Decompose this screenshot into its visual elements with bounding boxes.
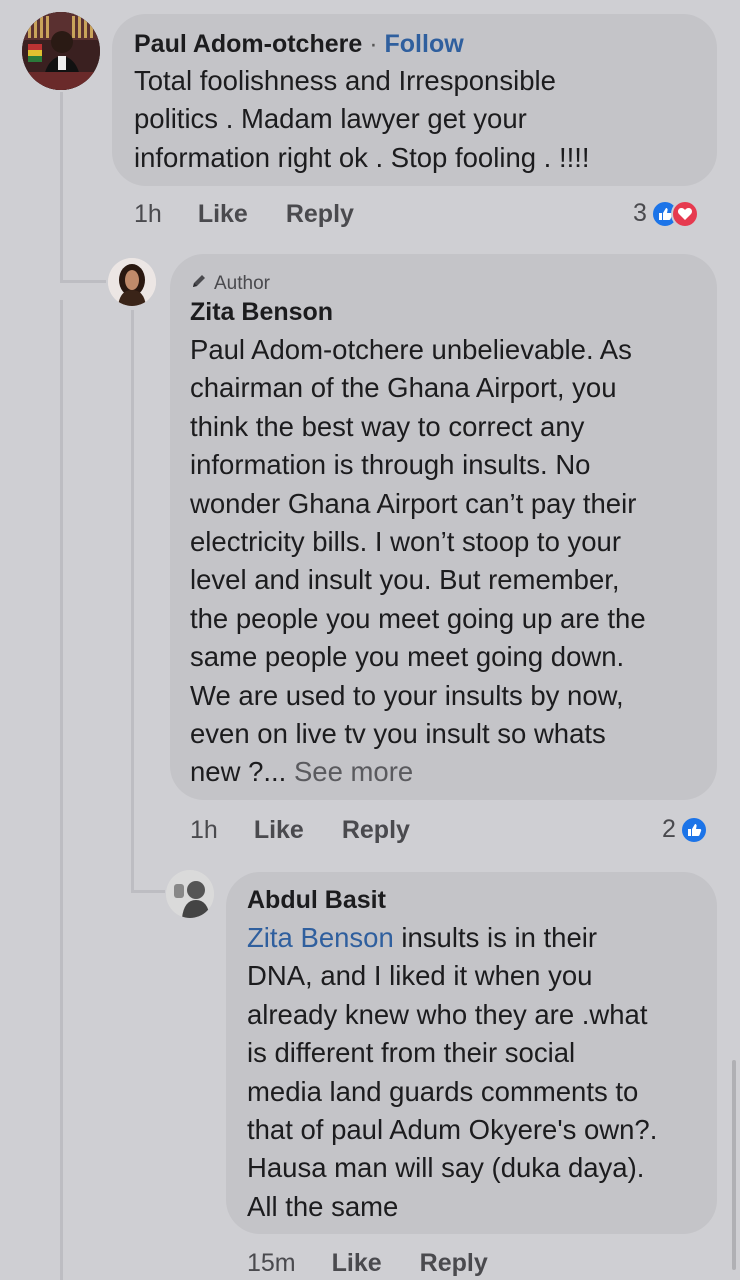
comment-author-name[interactable]: Paul Adom-otchere [134, 30, 362, 58]
pencil-icon [190, 272, 208, 296]
separator-dot: · [369, 30, 378, 58]
like-thumb-icon [679, 815, 708, 844]
avatar-abdul[interactable] [166, 870, 214, 918]
comment-text-body: insults is in their DNA, and I liked it … [247, 922, 658, 1222]
like-button[interactable]: Like [332, 1249, 382, 1278]
comment-actions: 1h Like Reply [190, 816, 410, 845]
comment-actions: 1h Like Reply [134, 200, 354, 229]
comment-author-row: Paul Adom-otchere · Follow [134, 30, 464, 59]
thread-line-main-lower [60, 300, 63, 1280]
thread-connector-abdul [131, 890, 165, 893]
thread-connector-zita [60, 280, 106, 283]
author-badge: Author [190, 272, 270, 296]
comment-timestamp[interactable]: 15m [247, 1249, 296, 1278]
avatar-zita[interactable] [108, 258, 156, 306]
author-badge-label: Author [214, 273, 270, 294]
comment-thread: Paul Adom-otchere · Follow Total foolish… [0, 0, 740, 1280]
follow-button[interactable]: Follow [385, 30, 464, 58]
reply-button[interactable]: Reply [342, 816, 410, 845]
love-heart-icon [670, 199, 699, 228]
comment-text: Total foolishness and Irresponsible poli… [134, 65, 590, 173]
reaction-summary[interactable]: 2 [662, 815, 708, 844]
comment-timestamp[interactable]: 1h [134, 200, 162, 229]
comment-author-name[interactable]: Zita Benson [190, 298, 333, 327]
thread-line-zita [131, 310, 134, 890]
thread-line-main [60, 92, 63, 280]
comment-text: Zita Benson insults is in their DNA, and… [247, 919, 712, 1226]
reply-button[interactable]: Reply [420, 1249, 488, 1278]
comment-author-name[interactable]: Abdul Basit [247, 886, 386, 915]
reaction-count: 2 [662, 815, 676, 843]
like-button[interactable]: Like [198, 200, 248, 229]
comment-text-body: Paul Adom-otchere unbelievable. As chair… [190, 334, 646, 788]
reaction-summary[interactable]: 3 [633, 199, 699, 228]
reply-button[interactable]: Reply [286, 200, 354, 229]
mention-link[interactable]: Zita Benson [247, 922, 394, 953]
comment-text: Paul Adom-otchere unbelievable. As chair… [190, 331, 710, 792]
reaction-count: 3 [633, 199, 647, 227]
comment-actions: 15m Like Reply [247, 1249, 488, 1278]
comment-timestamp[interactable]: 1h [190, 816, 218, 845]
avatar-paul[interactable] [22, 12, 100, 90]
see-more-link[interactable]: See more [286, 756, 413, 787]
scrollbar[interactable] [732, 1060, 736, 1270]
like-button[interactable]: Like [254, 816, 304, 845]
